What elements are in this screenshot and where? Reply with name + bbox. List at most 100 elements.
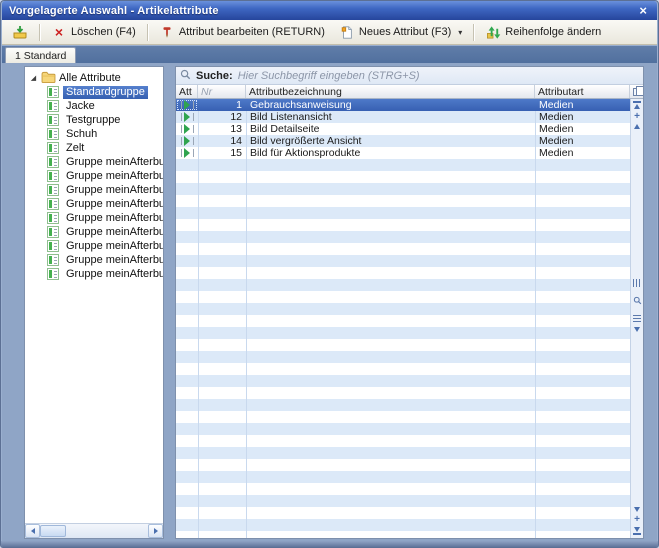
attribute-group-icon (47, 226, 59, 238)
tree-item[interactable]: Zelt (47, 141, 163, 155)
media-attribute-icon (181, 124, 194, 134)
grid-header-row: Att Nr Attributbezeichnung Attributart (176, 85, 643, 99)
bottom-bar-icon (633, 533, 641, 535)
media-attribute-icon (181, 148, 194, 158)
dialog-window: Vorgelagerte Auswahl - Artikelattribute … (0, 0, 659, 548)
content-area: ◢ Alle Attribute Standardgruppe J (2, 63, 657, 541)
grid-right-scroll-strip: + (630, 99, 643, 538)
tab-standard[interactable]: 1 Standard (5, 47, 76, 63)
window-title: Vorgelagerte Auswahl - Artikelattribute (9, 5, 636, 17)
expander-icon[interactable]: ◢ (29, 74, 38, 82)
scroll-up-button[interactable] (634, 124, 640, 129)
pin-icon (159, 24, 175, 40)
grid-vertical-line (246, 99, 247, 538)
scroll-down-button[interactable] (634, 507, 640, 512)
edit-attribute-label: Attribut bearbeiten (RETURN) (179, 26, 325, 38)
edit-attribute-button[interactable]: Attribut bearbeiten (RETURN) (153, 21, 331, 43)
up-triangle-icon (634, 104, 640, 109)
scrollbar-track[interactable] (66, 524, 148, 538)
tree-item[interactable]: Jacke (47, 99, 163, 113)
tree-horizontal-scrollbar[interactable] (25, 523, 163, 538)
tree-item[interactable]: Gruppe meinAfterbuy ART00082 (47, 267, 163, 281)
attribute-group-icon (47, 212, 59, 224)
column-header-attributbezeichnung[interactable]: Attributbezeichnung (246, 85, 535, 98)
attribute-group-icon (47, 268, 59, 280)
tree-item[interactable]: Gruppe meinAfterbuy ART00080 (47, 239, 163, 253)
search-placeholder: Hier Suchbegriff eingeben (STRG+S) (238, 70, 420, 82)
new-attribute-button[interactable]: Neues Attribut (F3) ▾ (333, 21, 468, 43)
scroll-middle-tools (633, 279, 642, 332)
grid-vertical-line (535, 99, 536, 538)
delete-x-icon: × (51, 24, 67, 40)
tree-item-standardgruppe[interactable]: Standardgruppe (47, 85, 163, 99)
tree-item[interactable]: Gruppe meinAfterbuy ART00075 (47, 183, 163, 197)
attribute-group-icon (47, 114, 59, 126)
attribute-group-icon (47, 254, 59, 266)
scroll-to-bottom-button[interactable] (633, 527, 641, 535)
scrollbar-thumb[interactable] (40, 525, 66, 537)
top-bar-icon (633, 101, 641, 103)
table-row[interactable]: 15 Bild für Aktionsprodukte Medien (176, 147, 630, 159)
scroll-to-top-button[interactable] (633, 101, 641, 109)
reorder-arrows-icon (485, 24, 501, 40)
tree-items-container: ◢ Alle Attribute Standardgruppe J (25, 67, 163, 523)
table-row[interactable]: 12 Bild Listenansicht Medien (176, 111, 630, 123)
new-attribute-label: Neues Attribut (F3) (359, 26, 451, 38)
right-arrow-icon (154, 528, 158, 534)
dropdown-caret-icon[interactable]: ▾ (458, 28, 462, 37)
tree-item[interactable]: Testgruppe (47, 113, 163, 127)
scroll-left-button[interactable] (25, 524, 40, 538)
row-navigate-plus-icon[interactable]: + (634, 516, 640, 523)
tree-item[interactable]: Gruppe meinAfterbuy ART00076 (47, 197, 163, 211)
import-icon (12, 24, 28, 40)
attribute-group-icon (47, 240, 59, 252)
attribute-group-icon (47, 170, 59, 182)
search-icon (180, 67, 191, 85)
import-button[interactable] (6, 21, 34, 43)
attribute-group-icon (47, 142, 59, 154)
tree-item[interactable]: Schuh (47, 127, 163, 141)
table-row[interactable]: 13 Bild Detailseite Medien (176, 123, 630, 135)
attribute-group-icon (47, 198, 59, 210)
grid-search-bar[interactable]: Suche: Hier Suchbegriff eingeben (STRG+S… (176, 67, 643, 85)
attribute-group-icon (47, 128, 59, 140)
search-mini-icon[interactable] (633, 292, 642, 310)
table-row[interactable]: 1 Gebrauchsanweisung Medien (176, 99, 630, 111)
grid-body: 1 Gebrauchsanweisung Medien 12 Bild List… (176, 99, 643, 538)
attribute-group-icon (47, 184, 59, 196)
tree-root-label: Alle Attribute (59, 72, 121, 84)
attribute-group-icon (47, 156, 59, 168)
column-header-attributart[interactable]: Attributart (535, 85, 630, 98)
row-navigate-plus-icon[interactable]: + (634, 113, 640, 120)
tree-item[interactable]: Gruppe meinAfterbuy ART00081 (47, 253, 163, 267)
columns-mini-icon[interactable] (633, 279, 641, 287)
tree-root-alle-attribute[interactable]: ◢ Alle Attribute (29, 71, 163, 85)
title-bar: Vorgelagerte Auswahl - Artikelattribute … (2, 1, 657, 20)
scroll-right-button[interactable] (148, 524, 163, 538)
filter-mini-icon[interactable] (634, 327, 640, 332)
close-button[interactable]: × (636, 4, 650, 17)
delete-button[interactable]: × Löschen (F4) (45, 21, 142, 43)
folder-icon (41, 71, 56, 86)
scroll-bottom-group: + (633, 507, 641, 535)
rows-mini-icon[interactable] (633, 315, 641, 322)
media-attribute-icon (181, 112, 194, 122)
column-header-att[interactable]: Att (176, 85, 198, 98)
attribute-group-icon (47, 86, 59, 98)
scroll-top-group: + (633, 101, 641, 129)
attributes-grid: Suche: Hier Suchbegriff eingeben (STRG+S… (175, 66, 644, 539)
tree-item[interactable]: Gruppe meinAfterbuy ART00073 (47, 155, 163, 169)
media-attribute-icon (181, 100, 194, 110)
reorder-button[interactable]: Reihenfolge ändern (479, 21, 607, 43)
table-row[interactable]: 14 Bild vergrößerte Ansicht Medien (176, 135, 630, 147)
tree-item[interactable]: Gruppe meinAfterbuy ART00078 (47, 211, 163, 225)
tree-item[interactable]: Gruppe meinAfterbuy ART00074 (47, 169, 163, 183)
column-header-nr[interactable]: Nr (198, 85, 246, 98)
grid-vertical-line (198, 99, 199, 538)
tree-item[interactable]: Gruppe meinAfterbuy ART00079 (47, 225, 163, 239)
column-chooser-button[interactable] (630, 85, 643, 98)
down-triangle-icon (634, 527, 640, 532)
toolbar-separator (147, 24, 148, 41)
toolbar: × Löschen (F4) Attribut bearbeiten (RETU… (2, 20, 657, 45)
reorder-label: Reihenfolge ändern (505, 26, 601, 38)
